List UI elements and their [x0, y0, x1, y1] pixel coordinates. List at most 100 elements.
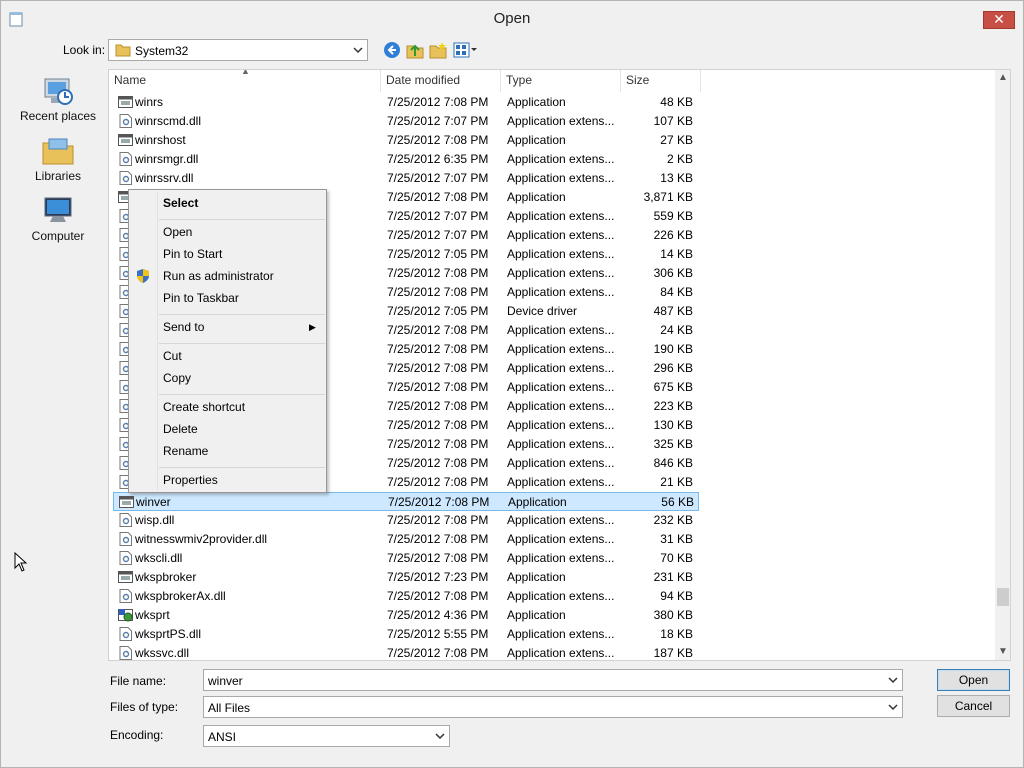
- column-header-name[interactable]: Name: [109, 70, 381, 92]
- look-in-combo[interactable]: System32: [108, 39, 368, 61]
- file-size-cell: 559 KB: [653, 209, 693, 223]
- libraries-icon: [42, 138, 74, 165]
- column-header-type[interactable]: Type: [501, 70, 621, 92]
- file-date-cell: 7/25/2012 7:08 PM: [387, 475, 489, 489]
- table-row[interactable]: wkspbrokerAx.dll 7/25/2012 7:08 PM Applica…: [113, 587, 699, 606]
- table-row[interactable]: winrshost 7/25/2012 7:08 PM Application 27 …: [113, 131, 699, 150]
- place-recent-places[interactable]: Recent places: [11, 75, 105, 123]
- view-menu-icon[interactable]: [453, 41, 479, 59]
- encoding-value: ANSI: [208, 730, 237, 744]
- encoding-select[interactable]: ANSI: [203, 725, 450, 747]
- look-in-label: Look in:: [63, 43, 106, 57]
- file-size-cell: 24 KB: [660, 323, 693, 337]
- file-name-cell: wkssvc.dll: [135, 646, 190, 660]
- chevron-down-icon[interactable]: [352, 44, 364, 56]
- close-button[interactable]: ✕: [983, 11, 1015, 29]
- file-name-label: File name:: [110, 674, 167, 688]
- chevron-down-icon[interactable]: [434, 730, 446, 742]
- table-row[interactable]: wkssvc.dll 7/25/2012 7:08 PM Application e…: [113, 644, 699, 660]
- context-menu: Select Open Pin to Start Run as administrat…: [128, 189, 327, 493]
- dll-icon: [119, 589, 132, 603]
- file-size-cell: 306 KB: [653, 266, 693, 280]
- file-date-cell: 7/25/2012 7:08 PM: [387, 361, 489, 375]
- open-dialog: Open ✕ Look in: System32 Recent places L…: [0, 0, 1024, 768]
- file-type-cell: Application extens...: [507, 247, 615, 261]
- file-size-cell: 231 KB: [653, 570, 693, 584]
- dll-icon: [119, 551, 132, 565]
- menu-item-rename[interactable]: Rename: [163, 444, 208, 458]
- new-folder-icon[interactable]: [429, 41, 447, 59]
- file-type-cell: Application extens...: [507, 152, 615, 166]
- file-date-cell: 7/25/2012 7:08 PM: [387, 437, 489, 451]
- table-row[interactable]: winver 7/25/2012 7:08 PM Application 56 KB: [113, 492, 699, 511]
- file-type-cell: Application extens...: [507, 589, 615, 603]
- file-name-input[interactable]: winver: [203, 669, 903, 691]
- file-date-cell: 7/25/2012 7:07 PM: [387, 228, 489, 242]
- file-date-cell: 7/25/2012 7:05 PM: [387, 247, 489, 261]
- menu-item-open[interactable]: Open: [163, 225, 192, 239]
- place-libraries[interactable]: Libraries: [11, 135, 105, 183]
- menu-separator: [159, 394, 325, 395]
- menu-item-run-as-administrator[interactable]: Run as administrator: [163, 269, 274, 283]
- cancel-button[interactable]: Cancel: [937, 695, 1010, 717]
- exe-icon: [119, 496, 134, 508]
- file-size-cell: 846 KB: [653, 456, 693, 470]
- menu-item-properties[interactable]: Properties: [163, 473, 218, 487]
- menu-item-send-to[interactable]: Send to: [163, 320, 204, 334]
- menu-separator: [159, 219, 325, 220]
- table-row[interactable]: witnesswmiv2provider.dll 7/25/2012 7:08 P…: [113, 530, 699, 549]
- file-name-cell: wkspbroker: [135, 570, 197, 584]
- menu-item-create-shortcut[interactable]: Create shortcut: [163, 400, 245, 414]
- file-type-cell: Application: [508, 495, 567, 509]
- chevron-down-icon[interactable]: [887, 701, 899, 713]
- file-date-cell: 7/25/2012 7:08 PM: [387, 342, 489, 356]
- menu-item-select[interactable]: Select: [163, 196, 198, 210]
- file-name-cell: winrssrv.dll: [135, 171, 194, 185]
- table-row[interactable]: winrssrv.dll 7/25/2012 7:07 PM Application…: [113, 169, 699, 188]
- file-size-cell: 13 KB: [660, 171, 693, 185]
- file-date-cell: 7/25/2012 7:08 PM: [387, 513, 489, 527]
- file-name-cell: witnesswmiv2provider.dll: [135, 532, 268, 546]
- open-button[interactable]: Open: [937, 669, 1010, 691]
- table-row[interactable]: wisp.dll 7/25/2012 7:08 PM Application ext…: [113, 511, 699, 530]
- file-size-cell: 130 KB: [653, 418, 693, 432]
- file-type-cell: Application extens...: [507, 437, 615, 451]
- chevron-down-icon[interactable]: [887, 674, 899, 686]
- file-name-cell: wisp.dll: [135, 513, 175, 527]
- file-date-cell: 7/25/2012 6:35 PM: [387, 152, 489, 166]
- file-type-cell: Application extens...: [507, 380, 615, 394]
- dll-icon: [119, 171, 132, 185]
- table-row[interactable]: wkspbroker 7/25/2012 7:23 PM Application 23…: [113, 568, 699, 587]
- title-bar[interactable]: Open ✕: [1, 1, 1023, 37]
- file-date-cell: 7/25/2012 5:55 PM: [387, 627, 489, 641]
- file-date-cell: 7/25/2012 7:05 PM: [387, 304, 489, 318]
- menu-item-delete[interactable]: Delete: [163, 422, 198, 436]
- app-globe-icon: [118, 609, 133, 622]
- menu-item-cut[interactable]: Cut: [163, 349, 182, 363]
- table-row[interactable]: winrscmd.dll 7/25/2012 7:07 PM Application…: [113, 112, 699, 131]
- menu-item-pin-to-taskbar[interactable]: Pin to Taskbar: [163, 291, 239, 305]
- table-row[interactable]: winrsmgr.dll 7/25/2012 6:35 PM Application…: [113, 150, 699, 169]
- menu-item-pin-to-start[interactable]: Pin to Start: [163, 247, 222, 261]
- files-of-type-select[interactable]: All Files: [203, 696, 903, 718]
- scrollbar-thumb[interactable]: [997, 588, 1009, 606]
- table-row[interactable]: wkscli.dll 7/25/2012 7:08 PM Application e…: [113, 549, 699, 568]
- scroll-down-icon[interactable]: ▼: [998, 646, 1008, 657]
- file-size-cell: 296 KB: [653, 361, 693, 375]
- scroll-up-icon[interactable]: ▲: [998, 72, 1008, 83]
- file-name-cell: winrs: [135, 95, 164, 109]
- vertical-scrollbar[interactable]: ▲ ▼: [995, 70, 1010, 660]
- up-folder-icon[interactable]: [406, 41, 424, 59]
- file-date-cell: 7/25/2012 4:36 PM: [387, 608, 489, 622]
- dll-icon: [119, 627, 132, 641]
- file-name-cell: winrscmd.dll: [135, 114, 202, 128]
- table-row[interactable]: winrs 7/25/2012 7:08 PM Application 48 KB: [113, 93, 699, 112]
- back-icon[interactable]: [383, 41, 401, 59]
- menu-item-copy[interactable]: Copy: [163, 371, 191, 385]
- column-header-date[interactable]: Date modified: [381, 70, 501, 92]
- place-computer[interactable]: Computer: [11, 195, 105, 243]
- look-in-value: System32: [135, 44, 189, 58]
- table-row[interactable]: wksprt 7/25/2012 4:36 PM Application 380 KB: [113, 606, 699, 625]
- column-header-size[interactable]: Size: [621, 70, 701, 92]
- table-row[interactable]: wksprtPS.dll 7/25/2012 5:55 PM Application…: [113, 625, 699, 644]
